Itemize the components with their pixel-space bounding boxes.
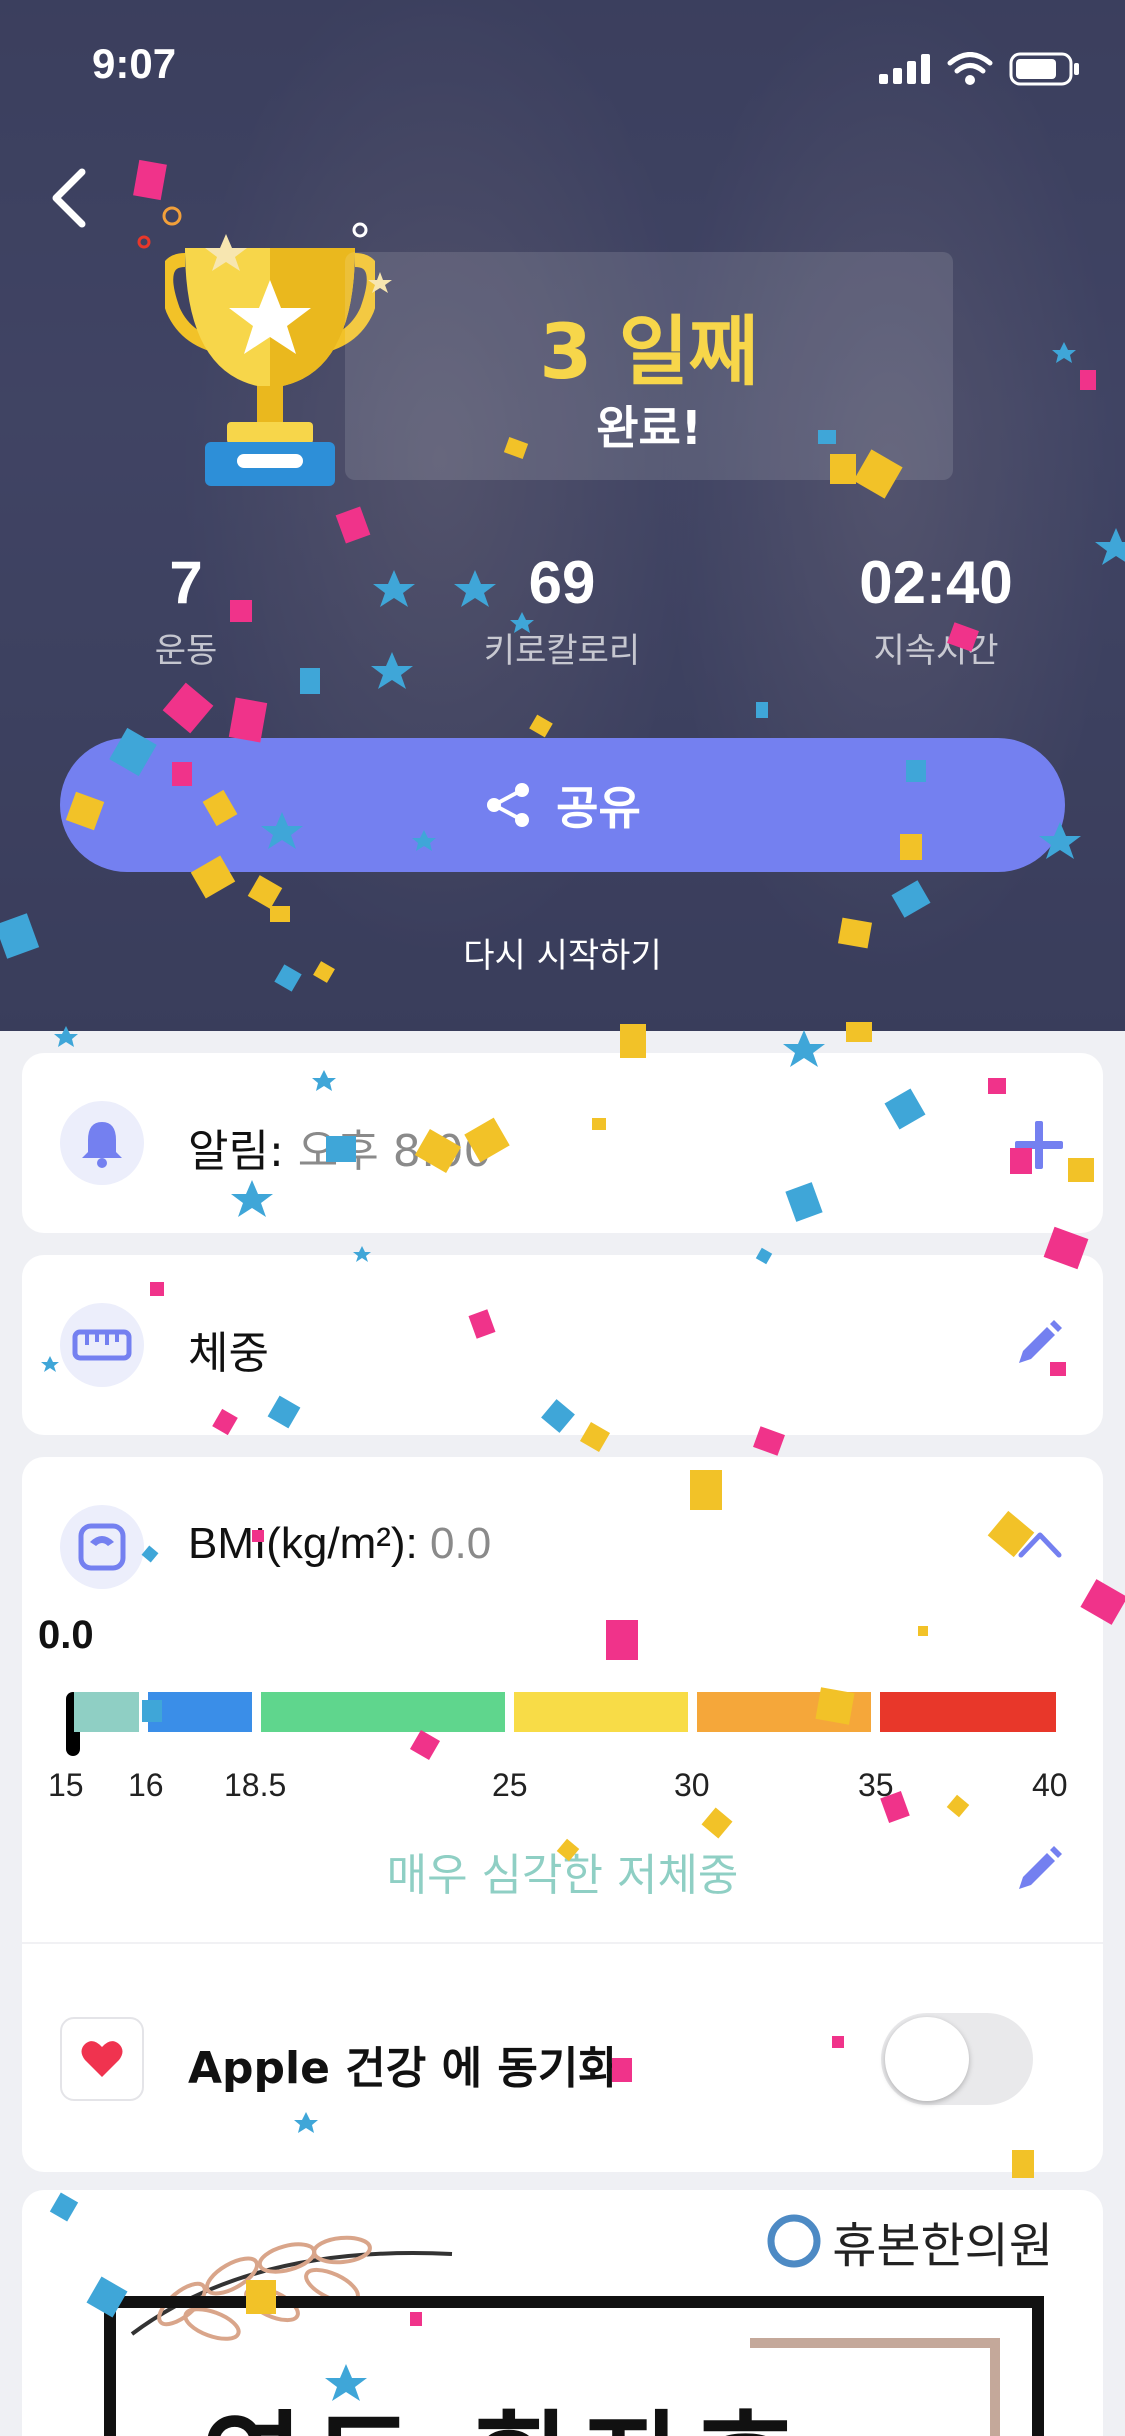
ad-headline: 연도 환자후	[202, 2374, 806, 2436]
bmi-tick: 25	[492, 1767, 528, 1803]
bmi-bar-severe	[74, 1692, 139, 1732]
health-sync-toggle[interactable]	[881, 2013, 1033, 2105]
bmi-bar-obese	[697, 1692, 871, 1732]
status-bar: 9:07	[0, 0, 1125, 132]
share-icon	[487, 783, 530, 827]
wifi-icon	[947, 52, 993, 85]
back-icon[interactable]	[40, 158, 100, 238]
bmi-card: BMI(kg/m²): 0.0 0.0 15 16 18.5 25 30 35 …	[22, 1457, 1103, 2172]
bmi-bar-normal	[261, 1692, 505, 1732]
health-sync-label: Apple 건강 에 동기화	[188, 2043, 619, 2094]
bmi-label: BMI(kg/m²):	[188, 1519, 418, 1568]
share-button[interactable]: 공유	[60, 738, 1065, 872]
edit-bmi-icon[interactable]	[1013, 1845, 1063, 1895]
stat-value: 69	[528, 549, 596, 616]
stat-value: 7	[169, 549, 203, 616]
stat-value: 02:40	[859, 549, 1013, 616]
divider	[22, 1942, 1103, 1944]
toggle-knob	[885, 2017, 969, 2101]
restart-link[interactable]: 다시 시작하기	[0, 928, 1125, 977]
workout-stats: 7 운동 69 키로칼로리 02:40 지속시간	[0, 548, 1125, 678]
bmi-status-text: 매우 심각한 저체중	[386, 1850, 739, 1901]
bmi-bar-under	[148, 1692, 252, 1732]
ad-brand-name: 휴본한의원	[832, 2218, 1053, 2274]
signal-icon	[879, 54, 930, 84]
scale-icon	[60, 1505, 144, 1589]
weight-label: 체중	[188, 1328, 269, 1379]
ruler-icon	[60, 1303, 144, 1387]
ad-banner[interactable]: 휴본한의원 연도 환자후	[22, 2190, 1103, 2436]
completion-banner: 3 일째 완료!	[345, 252, 953, 480]
bmi-tick: 18.5	[224, 1767, 287, 1803]
status-icons	[879, 52, 1081, 86]
status-time: 9:07	[92, 40, 177, 87]
bmi-tick: 30	[674, 1767, 710, 1803]
bmi-tick: 15	[48, 1767, 84, 1803]
reminder-label: 알림:	[188, 1126, 284, 1177]
weight-card[interactable]: 체중	[22, 1255, 1103, 1435]
brand-logo-icon	[767, 2214, 821, 2268]
reminder-row: 알림: 오후 8:00	[188, 1115, 492, 1179]
reminder-card[interactable]: 알림: 오후 8:00	[22, 1053, 1103, 1233]
bmi-value: 0.0	[430, 1519, 492, 1568]
add-reminder-icon[interactable]	[1013, 1119, 1065, 1171]
share-label: 공유	[556, 781, 641, 835]
result-header: 9:07 3 일째 완료! 7 운동 69 키로칼로리 02:40 지속시간 공…	[0, 0, 1125, 1031]
stat-exercises: 7 운동	[26, 548, 346, 672]
bmi-tick: 40	[1032, 1767, 1068, 1803]
reminder-time: 오후 8:00	[297, 1126, 492, 1177]
edit-weight-icon[interactable]	[1013, 1319, 1063, 1369]
heart-icon	[60, 2017, 144, 2101]
bmi-tick: 35	[858, 1767, 894, 1803]
stat-label: 운동	[154, 631, 218, 671]
stat-duration: 02:40 지속시간	[776, 548, 1096, 672]
bell-icon	[60, 1101, 144, 1185]
battery-icon	[1009, 52, 1079, 86]
bmi-bar-severe-obese	[880, 1692, 1056, 1732]
bmi-row: BMI(kg/m²): 0.0	[188, 1519, 491, 1569]
stat-label: 키로칼로리	[483, 631, 641, 671]
day-title: 3 일째	[539, 307, 759, 396]
bmi-marker-value: 0.0	[38, 1613, 94, 1657]
day-subtitle: 완료!	[596, 401, 702, 455]
bmi-bar-over	[514, 1692, 688, 1732]
bmi-tick: 16	[128, 1767, 164, 1803]
background-overlay	[0, 0, 1125, 1031]
collapse-icon[interactable]	[1017, 1529, 1063, 1559]
stat-calories: 69 키로칼로리	[402, 548, 722, 672]
stat-label: 지속시간	[873, 631, 999, 671]
ad-brand: 휴본한의원	[766, 2206, 1053, 2276]
trophy-icon	[165, 248, 375, 486]
